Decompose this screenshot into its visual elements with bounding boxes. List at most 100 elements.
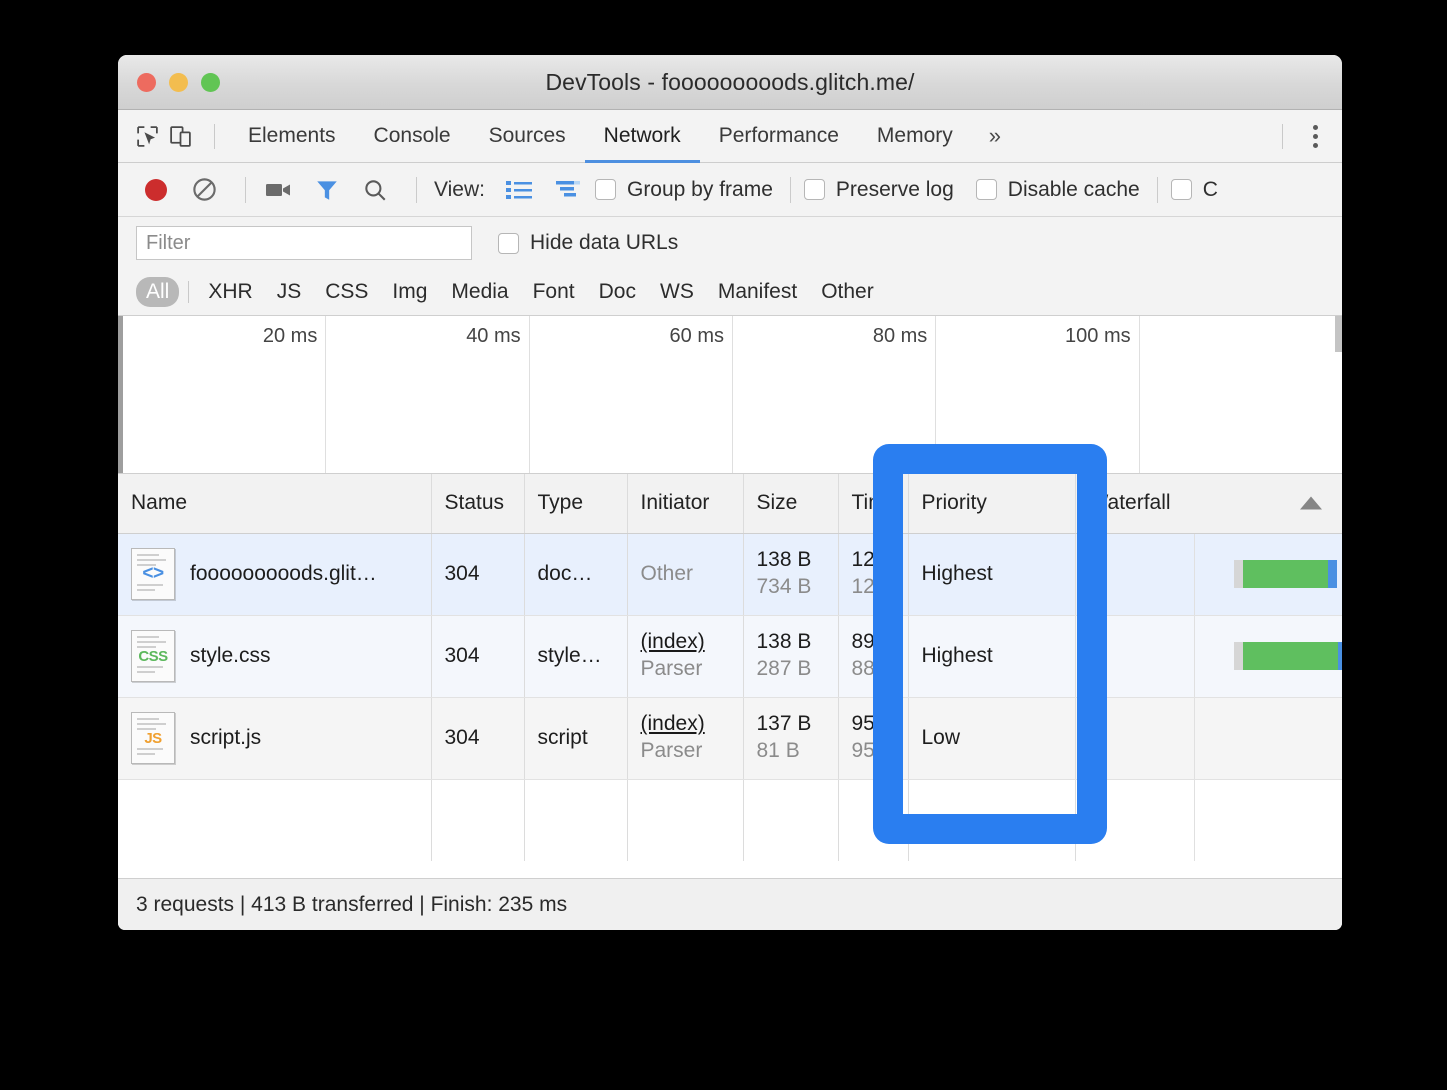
device-toolbar-icon[interactable]: [167, 123, 194, 150]
column-header-status[interactable]: Status: [431, 474, 525, 534]
filter-placeholder: Filter: [146, 231, 191, 254]
table-row[interactable]: JS script.js 304 script (index) Parser 1…: [118, 697, 1342, 780]
record-button[interactable]: [136, 173, 176, 207]
disable-cache-checkbox[interactable]: Disable cache: [975, 177, 1140, 202]
document-file-icon: <>: [131, 548, 175, 600]
css-file-icon: CSS: [131, 630, 175, 682]
group-by-frame-checkbox[interactable]: Group by frame: [594, 177, 773, 202]
cell-empty: [838, 779, 909, 861]
chip-xhr[interactable]: XHR: [198, 277, 262, 307]
list-view-icon[interactable]: [499, 173, 539, 207]
checkbox-box[interactable]: [594, 179, 616, 200]
cell-name[interactable]: CSS style.css: [118, 615, 432, 698]
tick-label: 20 ms: [262, 325, 318, 347]
column-header-type[interactable]: Type: [524, 474, 628, 534]
cell-name[interactable]: JS script.js: [118, 697, 432, 780]
toolbar-divider: [245, 176, 246, 203]
hide-data-urls-checkbox[interactable]: Hide data URLs: [498, 231, 678, 255]
tab-performance[interactable]: Performance: [700, 110, 858, 163]
tab-overflow-chevron-icon[interactable]: »: [972, 123, 1015, 149]
chip-css[interactable]: CSS: [315, 277, 378, 307]
time-total: 12…: [851, 548, 896, 572]
cell-empty: [908, 779, 1076, 861]
more-options-icon[interactable]: [1297, 124, 1342, 148]
chip-all[interactable]: All: [136, 277, 180, 307]
column-header-initiator[interactable]: Initiator: [627, 474, 744, 534]
request-name: style.css: [190, 644, 271, 667]
column-header-priority[interactable]: Priority: [908, 474, 1076, 534]
chip-manifest[interactable]: Manifest: [708, 277, 807, 307]
cell-priority: Highest: [908, 533, 1076, 616]
initiator-sub: Parser: [640, 657, 703, 680]
column-header-time[interactable]: Time: [838, 474, 909, 534]
chip-js[interactable]: JS: [267, 277, 312, 307]
filter-icon[interactable]: [307, 173, 347, 207]
clear-button[interactable]: [184, 173, 224, 207]
chip-other[interactable]: Other: [811, 277, 884, 307]
overview-scrollbar[interactable]: [1335, 316, 1342, 473]
window-titlebar: DevTools - fooooooooods.glitch.me/: [118, 55, 1342, 110]
tab-sources[interactable]: Sources: [470, 110, 585, 163]
column-header-name[interactable]: Name: [118, 474, 432, 534]
search-icon[interactable]: [355, 173, 395, 207]
chip-font[interactable]: Font: [523, 277, 585, 307]
cell-waterfall: [1075, 533, 1342, 616]
checkbox-label: Disable cache: [1007, 177, 1140, 201]
preserve-log-checkbox[interactable]: Preserve log: [803, 177, 954, 202]
sort-ascending-icon[interactable]: [1299, 496, 1322, 510]
cell-priority: Highest: [908, 615, 1076, 698]
tab-elements[interactable]: Elements: [229, 110, 355, 163]
tab-network[interactable]: Network: [584, 110, 700, 163]
inspect-element-icon[interactable]: [134, 123, 161, 150]
cell-size: 138 B 287 B: [743, 615, 839, 698]
waterfall-view-icon[interactable]: [547, 173, 587, 207]
chip-doc[interactable]: Doc: [589, 277, 646, 307]
tab-label: Console: [373, 124, 451, 147]
cell-initiator[interactable]: (index) Parser: [627, 697, 744, 780]
initiator-link[interactable]: (index): [641, 712, 705, 735]
checkbox-label: C: [1202, 177, 1218, 201]
js-file-icon: JS: [131, 712, 175, 764]
tab-memory[interactable]: Memory: [858, 110, 972, 163]
filter-input[interactable]: Filter: [136, 226, 472, 260]
devtools-tabstrip: Elements Console Sources Network Perform…: [118, 110, 1342, 163]
cell-name[interactable]: <> fooooooooods.glit…: [118, 533, 432, 616]
cell-status: 304: [431, 697, 525, 780]
initiator-link[interactable]: (index): [641, 630, 705, 653]
cell-empty: [627, 779, 744, 861]
checkbox-box[interactable]: [498, 232, 519, 254]
screenshot-capture-icon[interactable]: [259, 173, 299, 207]
cell-size: 138 B 734 B: [743, 533, 839, 616]
table-header-row: Name Status Type Initiator Size Time Pri…: [118, 474, 1342, 534]
screenshot-root: DevTools - fooooooooods.glitch.me/ Eleme…: [0, 0, 1447, 1090]
chip-ws[interactable]: WS: [650, 277, 704, 307]
chip-img[interactable]: Img: [382, 277, 437, 307]
network-overview[interactable]: 20 ms 40 ms 60 ms 80 ms 100 ms: [118, 316, 1342, 474]
tick-label: 60 ms: [669, 325, 724, 347]
size-transferred: 138 B: [756, 630, 812, 654]
table-row[interactable]: CSS style.css 304 style… (index) Parser: [118, 615, 1342, 698]
checkbox-box[interactable]: [803, 179, 825, 200]
time-latency: 12…: [851, 575, 896, 598]
column-header-waterfall-label: Waterfall: [1088, 491, 1171, 515]
column-header-size[interactable]: Size: [743, 474, 839, 534]
checkbox-box[interactable]: [1170, 179, 1192, 200]
column-header-waterfall[interactable]: Waterfall: [1075, 474, 1342, 534]
cell-type: doc…: [524, 533, 628, 616]
overview-timeline[interactable]: 20 ms 40 ms 60 ms 80 ms 100 ms: [123, 316, 1342, 473]
size-resource: 81 B: [756, 739, 800, 762]
cell-initiator[interactable]: (index) Parser: [627, 615, 744, 698]
waterfall-bar: [1233, 560, 1337, 588]
chip-media[interactable]: Media: [441, 277, 518, 307]
truncated-checkbox[interactable]: C: [1170, 177, 1218, 202]
checkbox-label: Group by frame: [626, 177, 773, 201]
network-status-bar: 3 requests | 413 B transferred | Finish:…: [118, 878, 1342, 930]
cell-waterfall: [1075, 615, 1342, 698]
tab-console[interactable]: Console: [355, 110, 470, 163]
toolbar-divider: [789, 176, 791, 203]
checkbox-box[interactable]: [975, 179, 997, 200]
time-latency: 95…: [851, 739, 896, 762]
checkbox-label: Preserve log: [835, 177, 954, 201]
checkbox-label: Hide data URLs: [530, 231, 679, 254]
table-row[interactable]: <> fooooooooods.glit… 304 doc… Other 138…: [118, 533, 1342, 616]
